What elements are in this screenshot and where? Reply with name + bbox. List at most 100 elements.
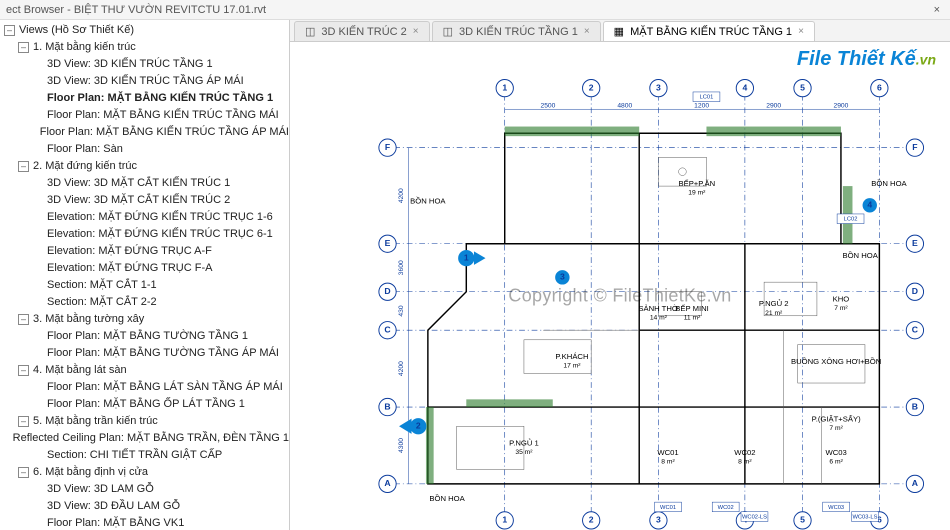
svg-text:E: E [385,238,391,248]
tree-row[interactable]: Floor Plan: MẶT BẰNG LÁT SÀN TẦNG ÁP MÁI [0,379,289,396]
svg-text:14 m²: 14 m² [650,315,668,322]
expand-toggle-icon[interactable]: – [18,42,29,53]
svg-text:A: A [384,478,390,488]
tree-row[interactable]: –1. Mặt bằng kiến trúc [0,39,289,56]
tab-label: 3D KIẾN TRÚC TẦNG 1 [459,26,578,38]
svg-text:430: 430 [398,305,405,316]
tree-row[interactable]: Elevation: MẶT ĐỨNG KIẾN TRÚC TRỤC 6-1 [0,226,289,243]
expand-toggle-icon[interactable]: – [18,161,29,172]
tree-label: Section: CHI TIẾT TRẦN GIẬT CẤP [47,448,222,463]
svg-text:11 m²: 11 m² [684,315,701,322]
close-tab-icon[interactable]: × [413,26,419,37]
tree-label: Floor Plan: MẶT BẰNG LÁT SÀN TẦNG ÁP MÁI [47,380,283,395]
tree-row[interactable]: Section: MẶT CẮT 1-1 [0,277,289,294]
tree-row[interactable]: 3D View: 3D LAM GỖ [0,481,289,498]
close-tab-icon[interactable]: × [798,26,804,37]
tree-label: Elevation: MẶT ĐỨNG TRỤC F-A [47,261,212,276]
tree-label: 3D View: 3D LAM GỖ [47,482,154,497]
tree-row[interactable]: –5. Mặt bằng trần kiến trúc [0,413,289,430]
svg-text:7 m²: 7 m² [834,305,848,312]
view-icon: ◫ [305,25,315,38]
tree-row[interactable]: Elevation: MẶT ĐỨNG TRỤC A-F [0,243,289,260]
main-layout: –Views (Hồ Sơ Thiết Kế)–1. Mặt bằng kiến… [0,20,950,530]
titlebar-text: ect Browser - BIỆT THƯ VƯỜN REVITCTU 17.… [6,4,266,16]
drawing-canvas[interactable]: File Thiết Kế.vn Copyright © FileThietKe… [290,42,950,530]
expand-toggle-icon[interactable]: – [18,416,29,427]
svg-text:WC02-LS: WC02-LS [742,514,767,520]
svg-text:LC02: LC02 [844,217,858,223]
tree-label: 3D View: 3D MẶT CẮT KIẾN TRÚC 1 [47,176,230,191]
tree-row[interactable]: Section: CHI TIẾT TRẦN GIẬT CẤP [0,447,289,464]
tab-label: MẶT BẰNG KIẾN TRÚC TẦNG 1 [630,26,792,38]
floor-plan-svg: 112233445566 AABBCCDDEEFF 25004800120029… [290,42,950,530]
tree-label: Elevation: MẶT ĐỨNG KIẾN TRÚC TRỤC 1-6 [47,210,273,225]
expand-toggle-icon[interactable]: – [4,25,15,36]
expand-toggle-icon[interactable]: – [18,467,29,478]
expand-toggle-icon[interactable]: – [18,365,29,376]
svg-text:17 m²: 17 m² [563,363,581,370]
tree-row[interactable]: –4. Mặt bằng lát sàn [0,362,289,379]
titlebar: ect Browser - BIỆT THƯ VƯỜN REVITCTU 17.… [0,0,950,20]
svg-text:1200: 1200 [694,102,709,109]
label-bonhoa-4: BỒN HOA [429,493,465,503]
logo-suffix: .vn [916,52,936,68]
label-bonhoa-1: BỒN HOA [410,195,446,205]
svg-text:8 m²: 8 m² [661,459,675,466]
svg-text:B: B [384,401,390,411]
tree-row[interactable]: Floor Plan: MẶT BẰNG KIẾN TRÚC TẦNG 1 [0,90,289,107]
tree-label: 4. Mặt bằng lát sàn [33,363,127,378]
svg-text:F: F [912,142,917,152]
tree-label: 3. Mặt bằng tường xây [33,312,144,327]
tree-row[interactable]: Floor Plan: MẶT BẰNG VK1 [0,515,289,530]
view-tab[interactable]: ◫3D KIẾN TRÚC TẦNG 1× [432,21,601,41]
tree-label: Reflected Ceiling Plan: MẶT BẰNG TRẦN, Đ… [13,431,289,446]
svg-text:WC03: WC03 [828,505,844,511]
expand-toggle-icon[interactable]: – [18,314,29,325]
tree: –Views (Hồ Sơ Thiết Kế)–1. Mặt bằng kiến… [0,20,289,530]
tree-row[interactable]: 3D View: 3D MẶT CẮT KIẾN TRÚC 2 [0,192,289,209]
svg-text:3: 3 [656,82,661,92]
tree-label: Floor Plan: MẶT BẰNG KIẾN TRÚC TẦNG 1 [47,91,273,106]
tree-row[interactable]: Reflected Ceiling Plan: MẶT BẰNG TRẦN, Đ… [0,430,289,447]
svg-text:35 m²: 35 m² [515,449,533,456]
tree-row[interactable]: 3D View: 3D ĐẦU LAM GỖ [0,498,289,515]
project-browser[interactable]: –Views (Hồ Sơ Thiết Kế)–1. Mặt bằng kiến… [0,20,290,530]
close-icon[interactable]: × [930,4,944,16]
svg-text:4200: 4200 [398,188,405,203]
tree-row[interactable]: Floor Plan: MẶT BẰNG ỐP LÁT TẦNG 1 [0,396,289,413]
svg-text:2: 2 [416,421,421,431]
svg-text:1: 1 [502,82,507,92]
tree-row[interactable]: Floor Plan: Sàn [0,141,289,158]
svg-text:3600: 3600 [398,260,405,275]
tree-row[interactable]: Floor Plan: MẶT BẰNG TƯỜNG TẦNG 1 [0,328,289,345]
tree-row[interactable]: Elevation: MẶT ĐỨNG KIẾN TRÚC TRỤC 1-6 [0,209,289,226]
tree-row[interactable]: –2. Mặt đứng kiến trúc [0,158,289,175]
tree-row[interactable]: 3D View: 3D MẶT CẮT KIẾN TRÚC 1 [0,175,289,192]
tree-row[interactable]: 3D View: 3D KIẾN TRÚC TẦNG ÁP MÁI [0,73,289,90]
tree-row[interactable]: Elevation: MẶT ĐỨNG TRỤC F-A [0,260,289,277]
tree-label: 2. Mặt đứng kiến trúc [33,159,137,174]
svg-text:D: D [912,286,918,296]
tree-row[interactable]: 3D View: 3D KIẾN TRÚC TẦNG 1 [0,56,289,73]
tree-row[interactable]: –3. Mặt bằng tường xây [0,311,289,328]
svg-text:5: 5 [800,515,805,525]
svg-text:2900: 2900 [833,102,848,109]
svg-text:WC02: WC02 [734,448,755,457]
tree-row[interactable]: Floor Plan: MẶT BẰNG TƯỜNG TẦNG ÁP MÁI [0,345,289,362]
tree-row[interactable]: –6. Mặt bằng định vị cửa [0,464,289,481]
view-tab[interactable]: ◫3D KIẾN TRÚC 2× [294,21,430,41]
svg-text:2900: 2900 [766,102,781,109]
svg-text:LC01: LC01 [700,95,714,101]
view-tab[interactable]: ▦MẶT BẰNG KIẾN TRÚC TẦNG 1× [603,21,815,41]
svg-text:2: 2 [589,82,594,92]
svg-text:WC03-LS: WC03-LS [852,514,877,520]
svg-text:2: 2 [589,515,594,525]
tree-row[interactable]: Floor Plan: MẶT BẰNG KIẾN TRÚC TẦNG ÁP M… [0,124,289,141]
tree-row[interactable]: Floor Plan: MẶT BẰNG KIẾN TRÚC TẦNG MÁI [0,107,289,124]
svg-text:6: 6 [877,82,882,92]
svg-text:BẾP MINI: BẾP MINI [675,303,709,313]
tree-row[interactable]: Section: MẶT CẮT 2-2 [0,294,289,311]
close-tab-icon[interactable]: × [584,26,590,37]
view-tabs: ◫3D KIẾN TRÚC 2×◫3D KIẾN TRÚC TẦNG 1×▦MẶ… [290,20,950,42]
tree-row[interactable]: –Views (Hồ Sơ Thiết Kế) [0,22,289,39]
